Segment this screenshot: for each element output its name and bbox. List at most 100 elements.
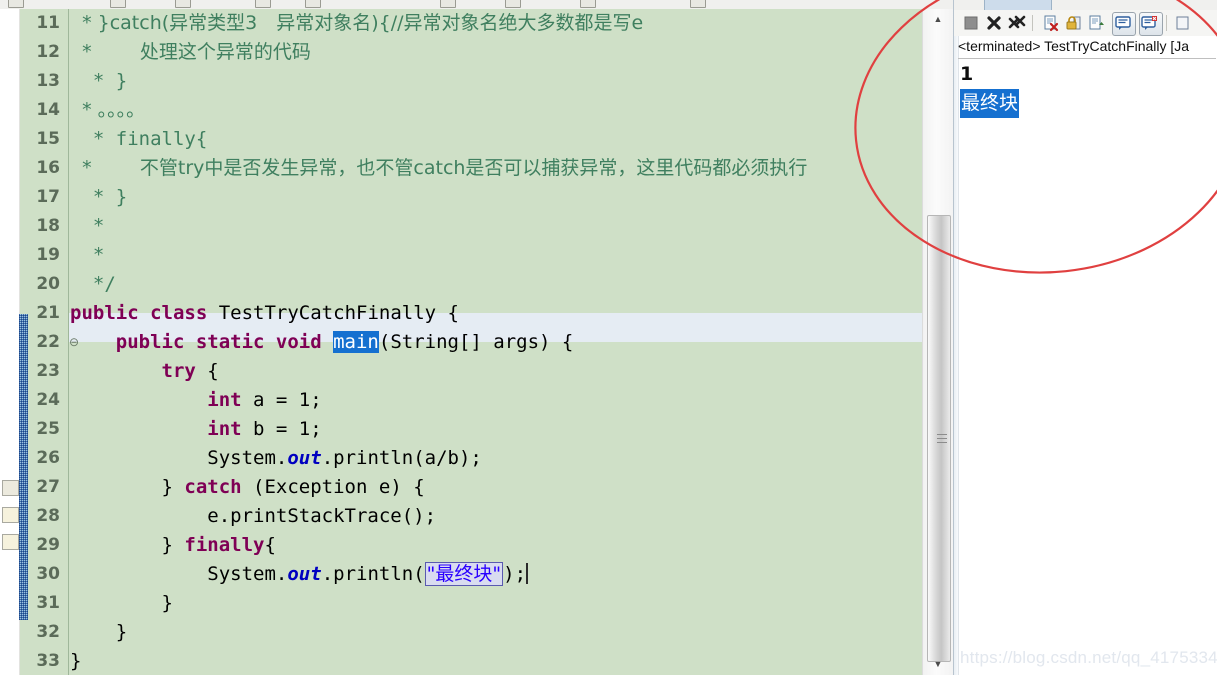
code-line-17: * } [70,186,128,208]
line-number: 17 [36,187,60,207]
toolbar-icon-4[interactable] [255,0,271,8]
console-output-line-1: 1 [960,63,974,85]
console-menu-icon[interactable] [1174,14,1192,32]
change-marker-bar [19,314,28,620]
line-number: 15 [36,129,60,149]
try-brace: { [195,360,219,382]
line-number: 25 [36,419,60,439]
close-brace: } [161,534,185,556]
toolbar-separator [1032,15,1033,31]
out-field: out [287,447,322,469]
line-number: 18 [36,216,60,236]
line-number: 26 [36,448,60,468]
toolbar-icon-7[interactable] [505,0,521,8]
code-line-15: * finally{ [70,128,208,150]
code-line-29: } finally{ [70,531,276,560]
code-line-16: * 不管try中是否发生异常，也不管catch是否可以捕获异常，这里代码都必须执… [70,157,808,179]
toolbar-icon-9[interactable] [690,0,706,8]
toolbar-icon-5[interactable] [305,0,321,8]
scrollbar-thumb[interactable] [927,215,951,662]
line-number: 22 [36,332,60,352]
pin-console-icon[interactable] [1112,12,1136,36]
close-brace: } [70,650,82,672]
code-line-18: * [70,215,105,237]
println-call: .println(a/b); [321,447,482,469]
system-ref: System. [207,447,288,469]
line-number-gutter[interactable]: 11 12 13 14 15 16 17 18 19 20 21 22 23 2… [28,9,69,675]
remove-all-terminated-icon[interactable] [1008,14,1026,32]
line-number: 28 [36,506,60,526]
toolbar-separator [1166,15,1167,31]
console-view[interactable]: <terminated> TestTryCatchFinally [Ja 1 最… [953,0,1217,675]
remove-launch-icon[interactable] [985,14,1003,32]
eclipse-window: 11 12 13 14 15 16 17 18 19 20 21 22 23 2… [0,0,1217,675]
tab-console[interactable] [984,0,1052,10]
code-line-28: e.printStackTrace(); [70,502,436,531]
line-number: 27 [36,477,60,497]
scroll-down-arrow-icon[interactable]: ▼ [923,656,953,673]
mini-widget-3[interactable] [2,534,19,550]
watermark-url: https://blog.csdn.net/qq_41753340 [960,648,1217,667]
finally-brace: { [264,534,276,556]
keyword-catch: catch [184,476,242,498]
code-line-26: System.out.println(a/b); [70,444,482,473]
line-number: 24 [36,390,60,410]
toolbar-icon-1[interactable] [8,0,24,8]
code-line-11: * }catch(异常类型3 异常对象名){//异常对象名绝大多数都是写e [70,12,644,34]
mini-widget-2[interactable] [2,507,19,523]
clear-console-icon[interactable] [1042,14,1060,32]
code-line-20: */ [70,273,116,295]
display-selected-console-icon[interactable] [1139,12,1163,36]
scroll-lock-icon[interactable] [1065,14,1083,32]
toolbar-icon-3[interactable] [175,0,191,8]
console-toolbar [954,10,1217,36]
code-line-23: try { [70,357,219,386]
mini-widget-1[interactable] [2,480,19,496]
line-number: 16 [36,158,60,178]
out-field: out [287,563,322,585]
code-line-22: public static void main(String[] args) { [70,328,573,357]
toolbar-icon-8[interactable] [580,0,596,8]
line-number: 11 [36,13,60,33]
code-line-27: } catch (Exception e) { [70,473,425,502]
catch-params: (Exception e) { [241,476,425,498]
close-brace: } [161,592,173,614]
line-number: 30 [36,564,60,584]
java-source-editor[interactable]: 11 12 13 14 15 16 17 18 19 20 21 22 23 2… [0,9,922,675]
line-number: 23 [36,361,60,381]
console-divider [958,58,1216,59]
code-line-30: System.out.println("最终块"); [70,560,529,589]
editor-left-margin [0,9,20,675]
keyword-finally: finally [184,534,265,556]
string-literal-occurrence: "最终块" [424,562,504,586]
scroll-up-arrow-icon[interactable]: ▲ [923,11,953,28]
line-number: 31 [36,593,60,613]
code-line-31: } [70,589,173,618]
toolbar-icon-6[interactable] [440,0,456,8]
selected-token-main: main [333,331,379,353]
line-number: 12 [36,42,60,62]
line-number: 32 [36,622,60,642]
keyword-class: class [150,302,208,324]
class-declaration: TestTryCatchFinally { [207,302,459,324]
console-tab-strip [954,0,1217,10]
terminate-icon[interactable] [962,14,980,32]
statement-end: ); [503,563,527,585]
code-line-33: } [70,647,81,675]
show-console-on-output-icon[interactable] [1088,14,1106,32]
code-line-24: int a = 1; [70,386,322,415]
console-output-line-2: 最终块 [960,89,1020,118]
line-number: 19 [36,245,60,265]
toolbar-icon-2[interactable] [110,0,126,8]
editor-vertical-scrollbar[interactable]: ▲ ▼ [922,9,954,675]
line-number: 21 [36,303,60,323]
line-number: 14 [36,100,60,120]
line-number: 33 [36,651,60,671]
console-output[interactable]: 1 最终块 [960,60,1216,660]
system-ref: System. [207,563,288,585]
code-text-area[interactable]: * }catch(异常类型3 异常对象名){//异常对象名绝大多数都是写e * … [70,9,922,675]
code-line-14: * 。。。。 [70,99,146,121]
var-a-decl: a = 1; [241,389,322,411]
line-number: 20 [36,274,60,294]
code-line-32: } [70,618,127,647]
